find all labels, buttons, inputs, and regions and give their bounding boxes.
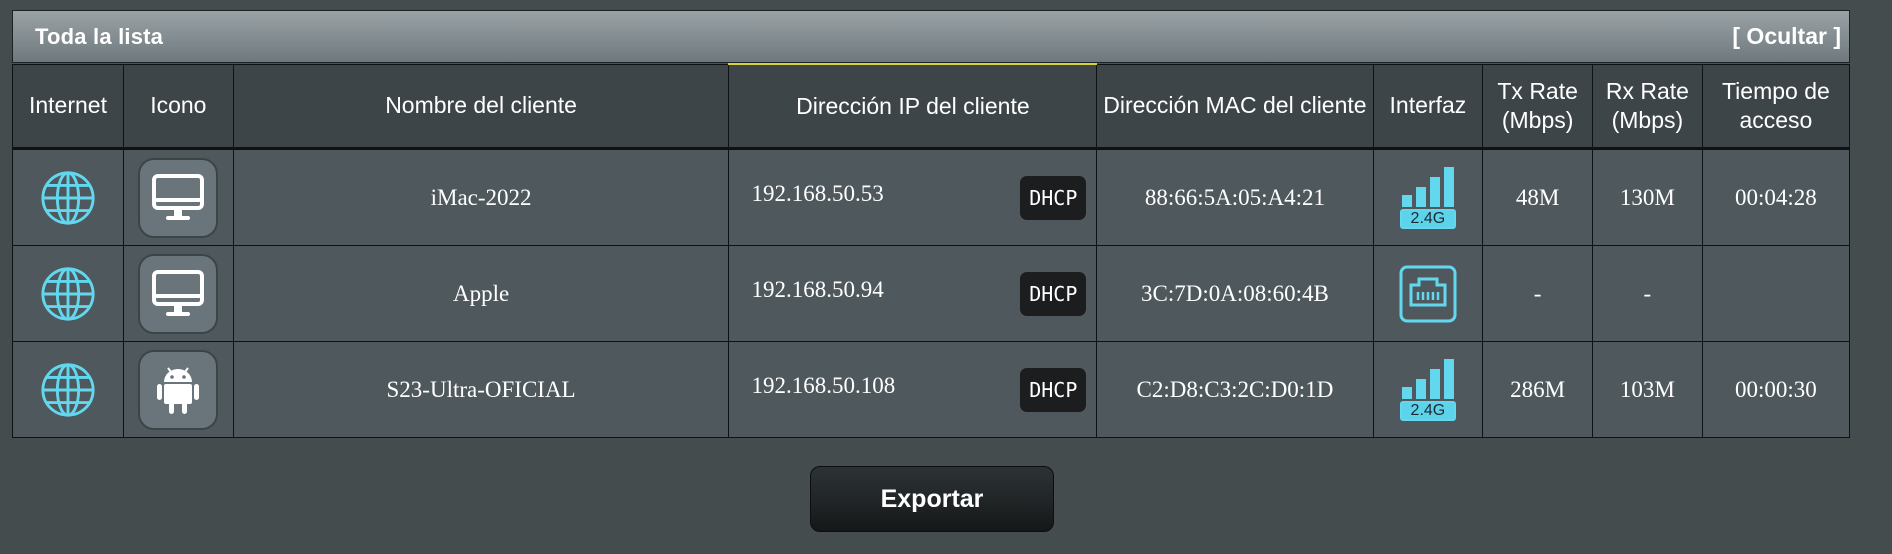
- device-icon-cell: [122, 245, 234, 342]
- tx-rate: 48M: [1482, 148, 1594, 246]
- table-header-row: Internet Icono Nombre del cliente Direcc…: [12, 63, 1851, 149]
- rx-rate: -: [1592, 245, 1703, 342]
- internet-cell: [12, 341, 124, 438]
- client-list-panel: Toda la lista [ Ocultar ] Internet Icono…: [12, 10, 1851, 438]
- column-header-internet[interactable]: Internet: [12, 63, 124, 149]
- interface-cell: 2.4G: [1372, 341, 1484, 438]
- access-time: 00:04:28: [1701, 148, 1851, 246]
- column-header-client-ip[interactable]: Dirección IP del cliente: [728, 63, 1098, 149]
- wifi-signal-icon: 2.4G: [1399, 358, 1457, 421]
- band-label: 2.4G: [1399, 400, 1456, 421]
- interface-cell: [1372, 245, 1484, 342]
- client-name[interactable]: Apple: [232, 245, 730, 342]
- band-label: 2.4G: [1399, 208, 1456, 229]
- dhcp-badge: DHCP: [1020, 271, 1087, 316]
- access-time: 00:00:30: [1701, 341, 1851, 438]
- client-ip: 192.168.50.108: [751, 372, 896, 398]
- column-header-interface[interactable]: Interfaz: [1372, 63, 1484, 149]
- client-ip-cell: 192.168.50.94 DHCP: [728, 245, 1098, 342]
- table-row: S23-Ultra-OFICIAL 192.168.50.108 DHCP C2…: [12, 341, 1851, 438]
- android-icon: [157, 366, 200, 414]
- column-header-tx-rate[interactable]: Tx Rate (Mbps): [1482, 63, 1594, 149]
- device-icon-button[interactable]: [138, 349, 219, 430]
- column-header-icon[interactable]: Icono: [122, 63, 234, 149]
- globe-icon[interactable]: [39, 169, 97, 227]
- device-icon-button[interactable]: [138, 253, 219, 334]
- column-header-client-name[interactable]: Nombre del cliente: [232, 63, 730, 149]
- tx-rate: 286M: [1482, 341, 1594, 438]
- client-mac: 88:66:5A:05:A4:21: [1096, 148, 1374, 246]
- wifi-signal-icon: 2.4G: [1399, 166, 1457, 229]
- client-ip-cell: 192.168.50.108 DHCP: [728, 341, 1098, 438]
- globe-icon[interactable]: [39, 265, 97, 323]
- internet-cell: [12, 148, 124, 246]
- tx-rate: -: [1482, 245, 1594, 342]
- export-button[interactable]: Exportar: [810, 466, 1054, 532]
- rx-rate: 130M: [1592, 148, 1703, 246]
- client-table: Internet Icono Nombre del cliente Direcc…: [12, 63, 1851, 438]
- hide-link[interactable]: [ Ocultar ]: [1732, 23, 1841, 50]
- column-header-client-mac[interactable]: Dirección MAC del cliente: [1096, 63, 1374, 149]
- client-ip: 192.168.50.53: [751, 180, 884, 206]
- ethernet-port-icon: [1399, 265, 1457, 322]
- internet-cell: [12, 245, 124, 342]
- rx-rate: 103M: [1592, 341, 1703, 438]
- monitor-icon: [152, 173, 205, 220]
- monitor-icon: [152, 269, 205, 316]
- table-row: Apple 192.168.50.94 DHCP 3C:7D:0A:08:60:…: [12, 245, 1851, 342]
- device-icon-button[interactable]: [138, 157, 219, 238]
- globe-icon[interactable]: [39, 361, 97, 419]
- client-mac: C2:D8:C3:2C:D0:1D: [1096, 341, 1374, 438]
- column-header-rx-rate[interactable]: Rx Rate (Mbps): [1592, 63, 1703, 149]
- client-mac: 3C:7D:0A:08:60:4B: [1096, 245, 1374, 342]
- table-row: iMac-2022 192.168.50.53 DHCP 88:66:5A:05…: [12, 148, 1851, 246]
- device-icon-cell: [122, 148, 234, 246]
- client-name[interactable]: S23-Ultra-OFICIAL: [232, 341, 730, 438]
- panel-title-bar: Toda la lista [ Ocultar ]: [12, 10, 1850, 63]
- dhcp-badge: DHCP: [1020, 367, 1087, 412]
- device-icon-cell: [122, 341, 234, 438]
- client-ip: 192.168.50.94: [751, 276, 884, 302]
- access-time: [1701, 245, 1851, 342]
- column-header-access-time[interactable]: Tiempo de acceso: [1701, 63, 1851, 149]
- client-name[interactable]: iMac-2022: [232, 148, 730, 246]
- client-ip-cell: 192.168.50.53 DHCP: [728, 148, 1098, 246]
- panel-title: Toda la lista: [35, 23, 164, 49]
- interface-cell: 2.4G: [1372, 148, 1484, 246]
- dhcp-badge: DHCP: [1020, 175, 1087, 220]
